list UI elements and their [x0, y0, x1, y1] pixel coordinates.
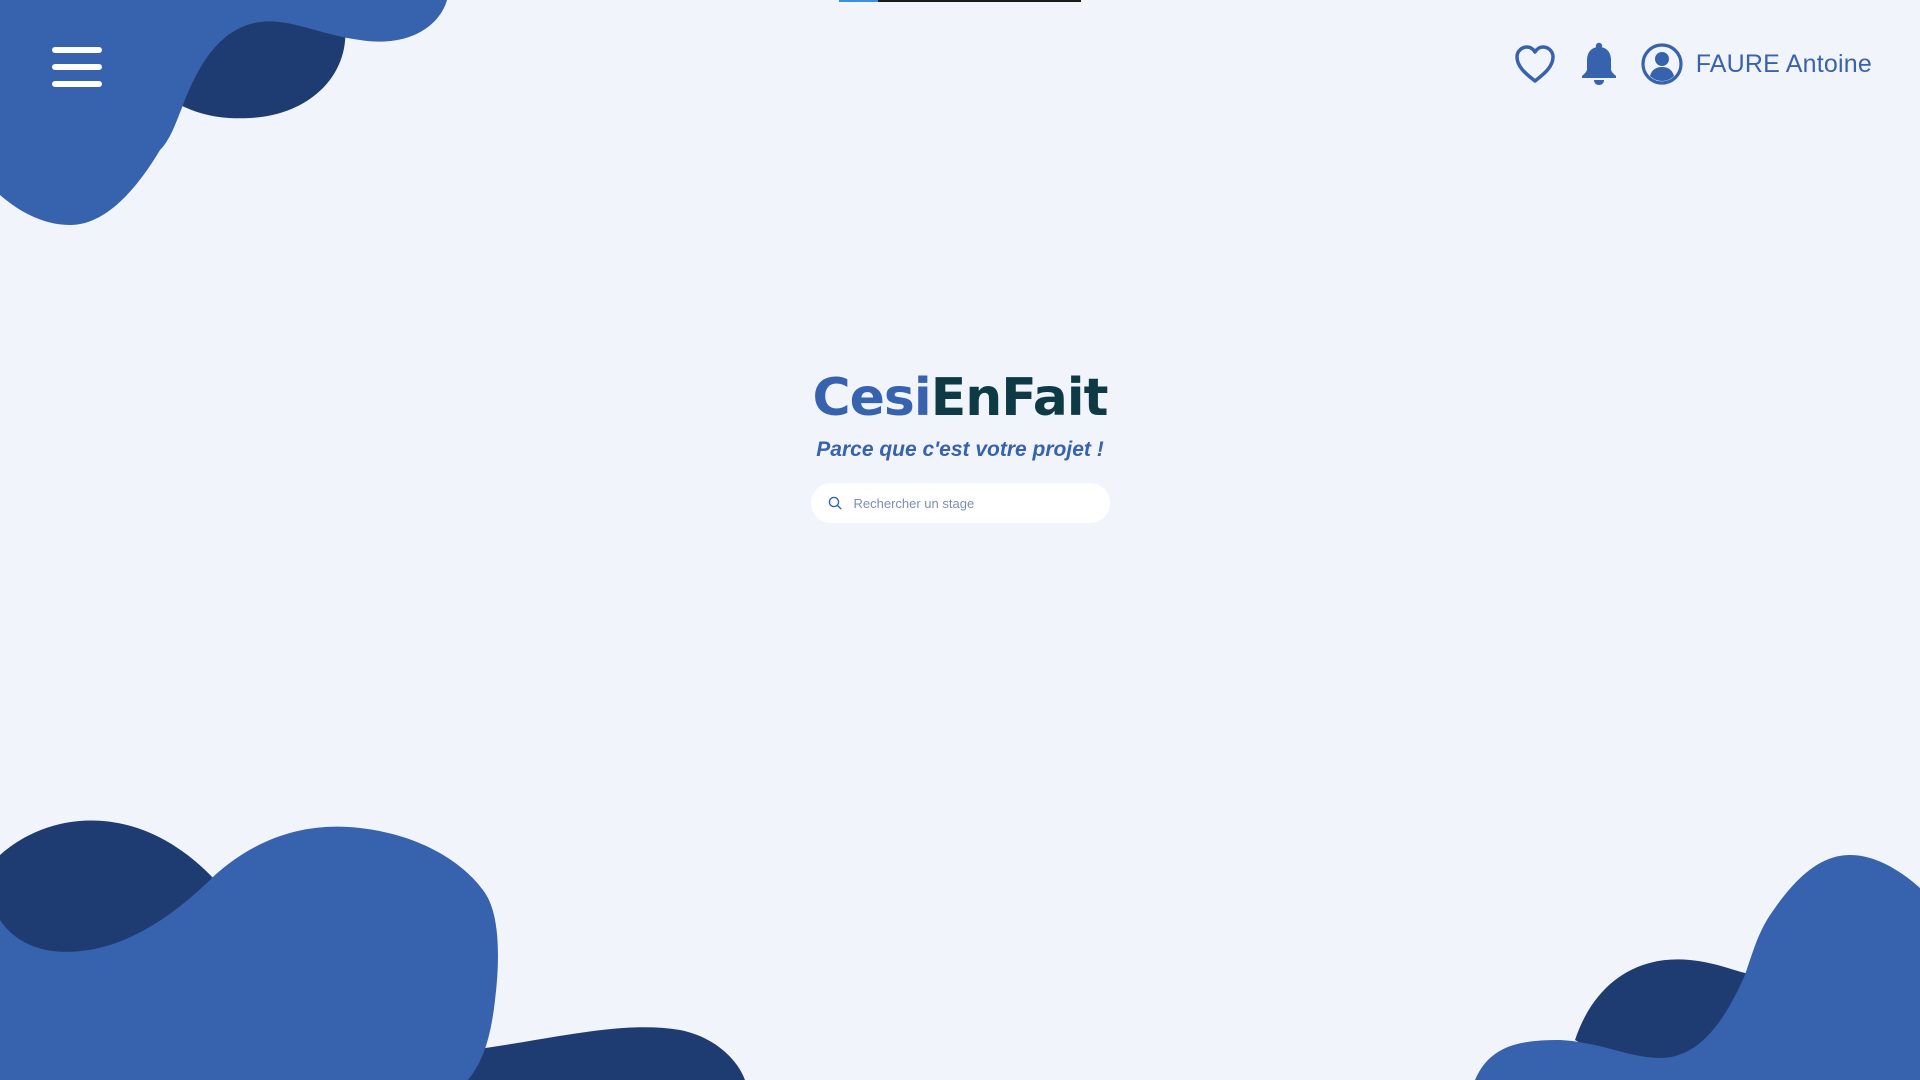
- heart-icon: [1514, 45, 1555, 83]
- logo-text-cesi: Cesi: [812, 368, 931, 428]
- favorites-button[interactable]: [1512, 41, 1558, 87]
- search-bar[interactable]: [810, 483, 1110, 523]
- blob-top-left-dark: [180, 8, 346, 119]
- user-account-button[interactable]: FAURE Antoine: [1640, 42, 1872, 86]
- blob-top-left-primary: [0, 0, 447, 225]
- hamburger-menu-icon-bar: [52, 81, 102, 87]
- notifications-button[interactable]: [1576, 41, 1622, 87]
- blob-bottom-left-primary: [0, 826, 498, 1080]
- search-icon: [828, 496, 842, 510]
- search-input[interactable]: [851, 494, 1096, 512]
- user-circle-icon: [1641, 43, 1683, 85]
- hero-section: CesiEnFait Parce que c'est votre projet …: [0, 372, 1920, 523]
- blob-bottom-right-primary: [1475, 855, 1920, 1080]
- hamburger-menu-button[interactable]: [50, 44, 104, 90]
- logo-text-enfait: EnFait: [930, 368, 1109, 428]
- site-logo[interactable]: CesiEnFait: [812, 372, 1108, 424]
- home-page: FAURE Antoine CesiEnFait Parce que c'est…: [0, 0, 1920, 1080]
- bell-icon: [1581, 42, 1616, 85]
- user-name: FAURE Antoine: [1695, 49, 1872, 78]
- tagline: Parce que c'est votre projet !: [816, 438, 1104, 461]
- hamburger-menu-icon-bar: [52, 64, 102, 70]
- blob-bottom-right-dark: [1575, 959, 1755, 1062]
- top-loading-progress: [839, 0, 878, 2]
- blob-bottom-left-dark: [0, 820, 745, 1080]
- decorative-blobs: [0, 0, 1920, 1080]
- top-navigation: FAURE Antoine: [1512, 38, 1872, 90]
- hamburger-menu-icon-bar: [52, 47, 102, 53]
- top-loading-bar: [839, 0, 1081, 2]
